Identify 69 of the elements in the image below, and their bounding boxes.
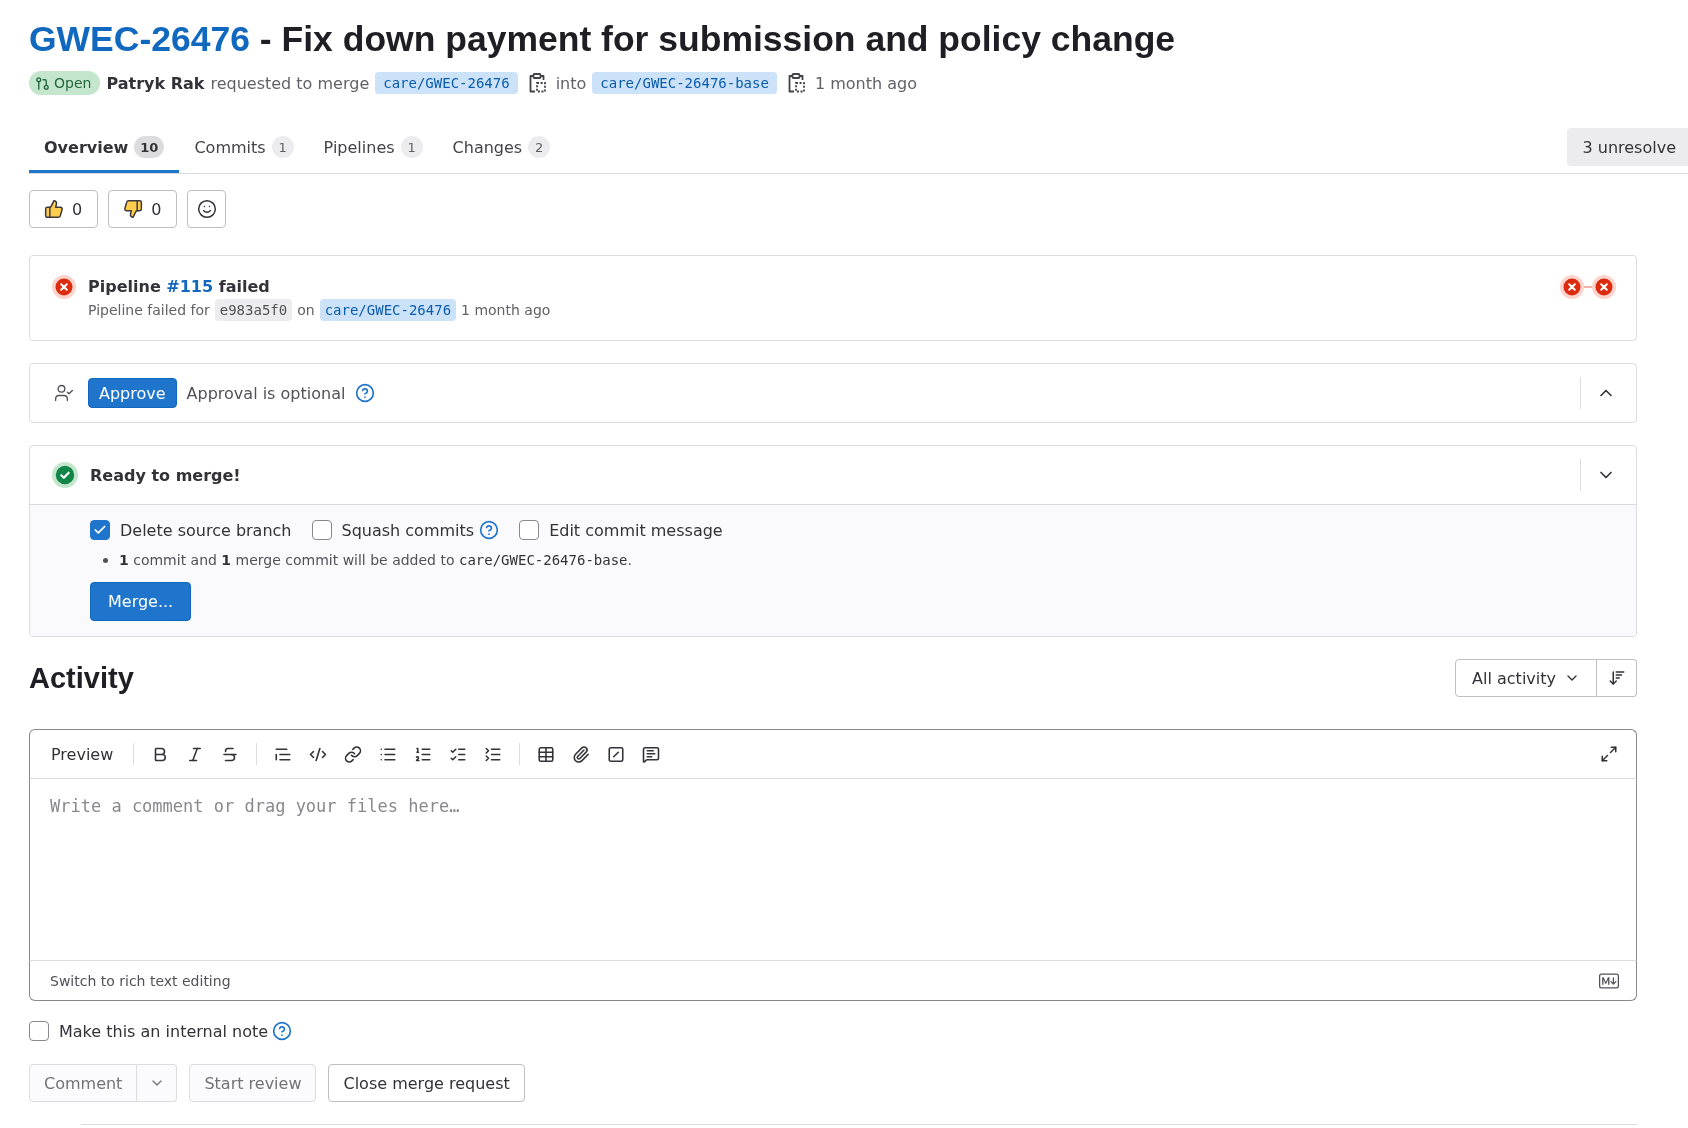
pipeline-time: 1 month ago bbox=[461, 302, 551, 318]
tab-count: 2 bbox=[528, 136, 551, 158]
target-branch-tag[interactable]: care/GWEC-26476-base bbox=[592, 72, 777, 94]
x-circle-icon[interactable] bbox=[1560, 275, 1584, 299]
activity-filter-dropdown[interactable]: All activity bbox=[1455, 659, 1597, 697]
comment-bubble-icon bbox=[642, 744, 661, 764]
tab-count: 10 bbox=[134, 136, 165, 158]
clipboard-icon[interactable] bbox=[527, 73, 546, 93]
meta-time: 1 month ago bbox=[814, 73, 917, 93]
help-icon[interactable] bbox=[272, 1021, 293, 1041]
pipeline-detail-text: on bbox=[297, 302, 315, 318]
sort-icon bbox=[1607, 669, 1626, 687]
expand-icon bbox=[1600, 745, 1618, 763]
checkbox[interactable] bbox=[311, 520, 332, 540]
help-icon[interactable] bbox=[355, 383, 376, 403]
add-reaction-button[interactable] bbox=[187, 190, 227, 228]
author-link[interactable]: Patryk Rak bbox=[106, 73, 205, 93]
meta-text: requested to merge bbox=[210, 73, 370, 93]
merge-button[interactable]: Merge... bbox=[90, 582, 192, 621]
tab[interactable]: Commits 1 bbox=[179, 121, 309, 173]
comment-field[interactable]: Write a comment or drag your files here… bbox=[29, 779, 1637, 960]
tab[interactable]: Overview 10 bbox=[29, 121, 180, 173]
checkbox-label[interactable]: Delete source branch bbox=[120, 520, 292, 540]
slash-square-icon bbox=[607, 744, 626, 764]
tab-count: 1 bbox=[271, 136, 294, 158]
preview-tab[interactable]: Preview bbox=[42, 739, 123, 769]
checkbox[interactable] bbox=[90, 520, 110, 540]
checkbox[interactable] bbox=[29, 1021, 49, 1041]
approval-text: Approval is optional bbox=[186, 383, 346, 403]
checkbox-label[interactable]: Make this an internal note bbox=[59, 1021, 269, 1041]
merge-status-title: Ready to merge! bbox=[90, 465, 241, 485]
x-circle-icon[interactable] bbox=[1592, 275, 1616, 299]
help-icon[interactable] bbox=[479, 520, 500, 540]
meta-text: into bbox=[555, 73, 587, 93]
activity-heading: Activity bbox=[29, 661, 134, 695]
approve-button[interactable]: Approve bbox=[88, 378, 177, 408]
unresolved-threads-button[interactable]: 3 unresolve bbox=[1566, 128, 1688, 166]
source-branch-tag[interactable]: care/GWEC-26476 bbox=[375, 72, 518, 94]
check-circle-icon bbox=[52, 462, 78, 488]
pipeline-title: Pipeline #115 failed bbox=[88, 276, 271, 298]
page-title: GWEC-26476 - Fix down payment for submission and policy change bbox=[29, 18, 1177, 61]
tab-count: 1 bbox=[400, 136, 423, 158]
table-icon bbox=[537, 744, 556, 764]
sort-button[interactable] bbox=[1597, 659, 1637, 697]
tab[interactable]: Pipelines 1 bbox=[308, 121, 438, 173]
branch-tag[interactable]: care/GWEC-26476 bbox=[319, 299, 457, 321]
tab[interactable]: Changes 2 bbox=[437, 121, 566, 173]
checkbox-label[interactable]: Edit commit message bbox=[549, 520, 723, 540]
action-button[interactable]: Close merge request bbox=[328, 1064, 525, 1102]
link-icon bbox=[344, 744, 363, 764]
smiley-icon bbox=[196, 199, 217, 219]
thumbs-up-icon bbox=[44, 199, 64, 219]
commit-sha-tag[interactable]: e983a5f0 bbox=[214, 299, 293, 321]
clipboard-icon[interactable] bbox=[786, 73, 805, 93]
checkbox-label[interactable]: Squash commits bbox=[341, 520, 475, 540]
rich-text-toggle-link[interactable]: Switch to rich text editing bbox=[50, 972, 231, 989]
pipeline-detail-text: Pipeline failed for bbox=[88, 302, 210, 318]
reaction-button[interactable]: 0 bbox=[108, 190, 178, 228]
user-check-icon bbox=[54, 383, 74, 403]
issue-link[interactable]: GWEC-26476 bbox=[29, 19, 250, 59]
thumbs-down-icon bbox=[123, 199, 144, 219]
paperclip-icon bbox=[572, 744, 591, 764]
merge-commit-info: 1 commit and 1 merge commit will be added to care/GWEC-26476-base. bbox=[100, 549, 1620, 571]
reaction-button[interactable]: 0 bbox=[29, 190, 99, 228]
status-label: Open bbox=[54, 75, 92, 91]
check-icon bbox=[93, 523, 107, 537]
merge-request-icon bbox=[35, 75, 50, 91]
checkbox[interactable] bbox=[519, 520, 540, 540]
pipeline-link[interactable]: #115 bbox=[166, 277, 214, 296]
